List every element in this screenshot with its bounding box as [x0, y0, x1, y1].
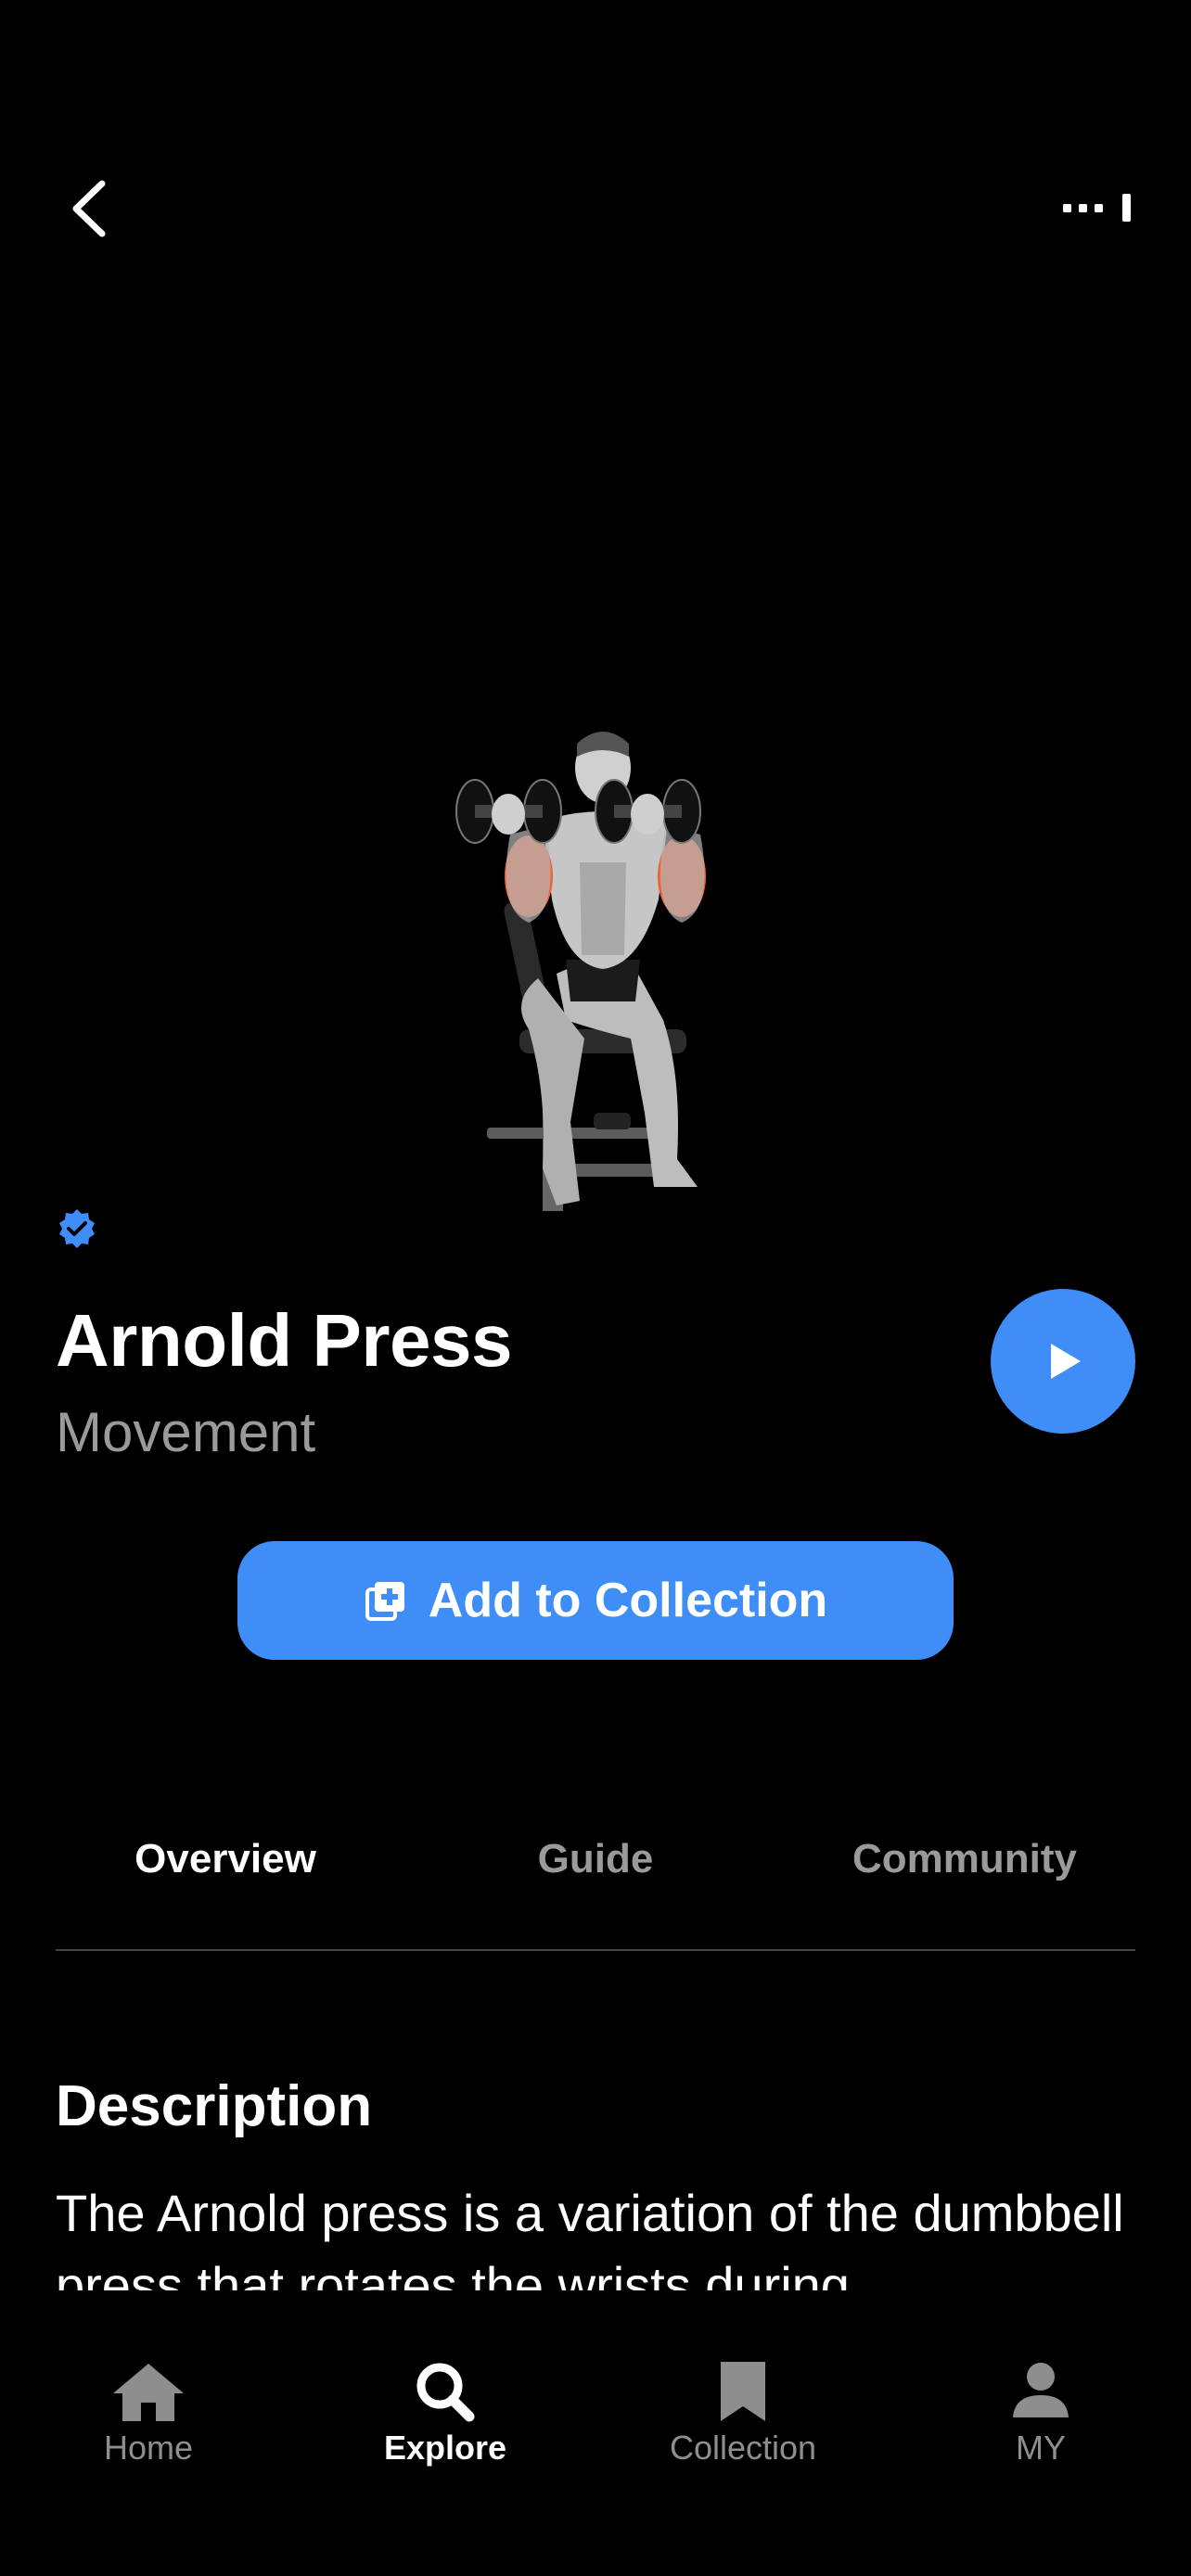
nav-my[interactable]: MY — [948, 2360, 1133, 2468]
description-heading: Description — [56, 2074, 373, 2138]
play-button[interactable] — [991, 1289, 1135, 1434]
nav-explore[interactable]: Explore — [352, 2360, 538, 2468]
nav-my-label: MY — [1016, 2429, 1066, 2467]
description-text: The Arnold press is a variation of the d… — [56, 2184, 1124, 2290]
exercise-title: Arnold Press — [56, 1299, 512, 1382]
tab-divider — [56, 1949, 1135, 1951]
search-icon — [416, 2363, 475, 2422]
nav-collection-label: Collection — [669, 2429, 817, 2467]
play-icon — [1051, 1344, 1081, 1379]
add-to-collection-button[interactable]: Add to Collection — [237, 1541, 954, 1660]
person-icon — [1013, 2363, 1069, 2417]
add-to-collection-label: Add to Collection — [428, 1574, 828, 1627]
bookmark-icon — [721, 2362, 765, 2421]
back-button[interactable] — [56, 167, 121, 250]
tab-guide[interactable]: Guide — [456, 1836, 735, 1882]
nav-home[interactable]: Home — [56, 2360, 241, 2468]
nav-home-label: Home — [103, 2429, 194, 2467]
tab-overview[interactable]: Overview — [86, 1836, 365, 1882]
verified-badge — [56, 1207, 98, 1250]
tab-community[interactable]: Community — [826, 1836, 1104, 1882]
more-icon — [1063, 194, 1131, 222]
exercise-illustration — [455, 723, 761, 1224]
exercise-category: Movement — [56, 1401, 316, 1463]
more-button[interactable] — [1048, 181, 1141, 236]
verified-badge-icon — [59, 1209, 95, 1248]
home-icon — [113, 2364, 184, 2421]
chevron-left-icon — [72, 180, 106, 237]
nav-explore-label: Explore — [383, 2429, 507, 2467]
add-to-collection-icon — [365, 1582, 404, 1621]
nav-collection[interactable]: Collection — [650, 2360, 836, 2468]
